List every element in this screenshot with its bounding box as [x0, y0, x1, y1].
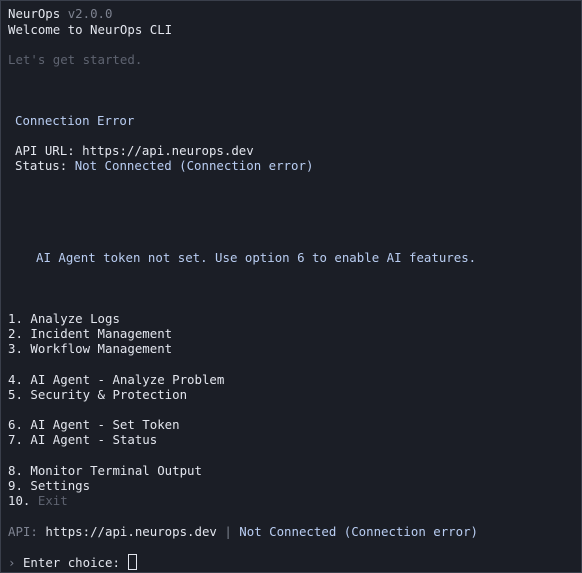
status-value: Not Connected (Connection error): [74, 158, 314, 173]
ai-token-notice: AI Agent token not set. Use option 6 to …: [36, 250, 477, 265]
menu-item-ai-analyze-problem[interactable]: 4. AI Agent - Analyze Problem: [8, 372, 224, 387]
status-bar-api-url: https://api.neurops.dev: [45, 524, 217, 539]
connection-status-line: Status: Not Connected (Connection error): [15, 158, 313, 173]
menu-item-incident-management[interactable]: 2. Incident Management: [8, 326, 172, 341]
welcome-text: Welcome to NeurOps CLI: [8, 22, 173, 37]
menu-item-label: Monitor Terminal Output: [30, 463, 202, 478]
api-url-label: API URL:: [15, 143, 75, 158]
api-url-value: https://api.neurops.dev: [82, 143, 254, 158]
status-bar-separator: |: [224, 524, 232, 539]
app-name: NeurOps: [8, 6, 61, 21]
menu-item-exit[interactable]: 10. Exit: [8, 493, 68, 508]
menu-item-number: 9.: [8, 478, 23, 493]
menu-item-number: 7.: [8, 432, 23, 447]
menu-item-monitor-terminal[interactable]: 8. Monitor Terminal Output: [8, 463, 202, 478]
menu-item-label: AI Agent - Set Token: [30, 417, 180, 432]
menu-item-label: Security & Protection: [30, 387, 188, 402]
menu-item-analyze-logs[interactable]: 1. Analyze Logs: [8, 311, 120, 326]
prompt-line[interactable]: › Enter choice:: [8, 554, 138, 570]
prompt-label: Enter choice:: [22, 555, 120, 570]
menu-item-number: 10.: [8, 493, 31, 508]
app-version: v2.0.0: [67, 6, 113, 21]
tagline-text: Let's get started.: [8, 52, 143, 67]
menu-item-number: 8.: [8, 463, 23, 478]
menu-item-label: AI Agent - Analyze Problem: [30, 372, 225, 387]
menu-item-label: Incident Management: [30, 326, 173, 341]
menu-item-security-protection[interactable]: 5. Security & Protection: [8, 387, 187, 402]
menu-item-label: Workflow Management: [30, 341, 173, 356]
status-bar-connection: Not Connected (Connection error): [239, 524, 479, 539]
menu-item-settings[interactable]: 9. Settings: [8, 478, 90, 493]
terminal-window[interactable]: NeurOps v2.0.0 Welcome to NeurOps CLI Le…: [0, 0, 582, 573]
status-label: Status:: [15, 158, 68, 173]
menu-item-label: Exit: [37, 493, 68, 508]
prompt-input[interactable]: [127, 554, 138, 570]
prompt-chevron-icon: ›: [8, 555, 16, 570]
menu-item-ai-status[interactable]: 7. AI Agent - Status: [8, 432, 157, 447]
api-url-line: API URL: https://api.neurops.dev: [15, 143, 254, 158]
menu-item-number: 4.: [8, 372, 23, 387]
menu-item-workflow-management[interactable]: 3. Workflow Management: [8, 341, 172, 356]
menu-item-number: 1.: [8, 311, 23, 326]
connection-error-title: Connection Error: [15, 113, 135, 128]
menu-item-label: Settings: [30, 478, 91, 493]
menu-item-label: Analyze Logs: [30, 311, 120, 326]
status-bar: API: https://api.neurops.dev | Not Conne…: [8, 524, 478, 539]
menu-item-number: 3.: [8, 341, 23, 356]
menu-item-number: 6.: [8, 417, 23, 432]
status-bar-api-label: API:: [8, 524, 38, 539]
menu-item-ai-set-token[interactable]: 6. AI Agent - Set Token: [8, 417, 180, 432]
menu-item-label: AI Agent - Status: [30, 432, 158, 447]
cursor-icon: [128, 554, 138, 570]
app-header: NeurOps v2.0.0: [8, 6, 112, 21]
menu-item-number: 2.: [8, 326, 23, 341]
menu-item-number: 5.: [8, 387, 23, 402]
